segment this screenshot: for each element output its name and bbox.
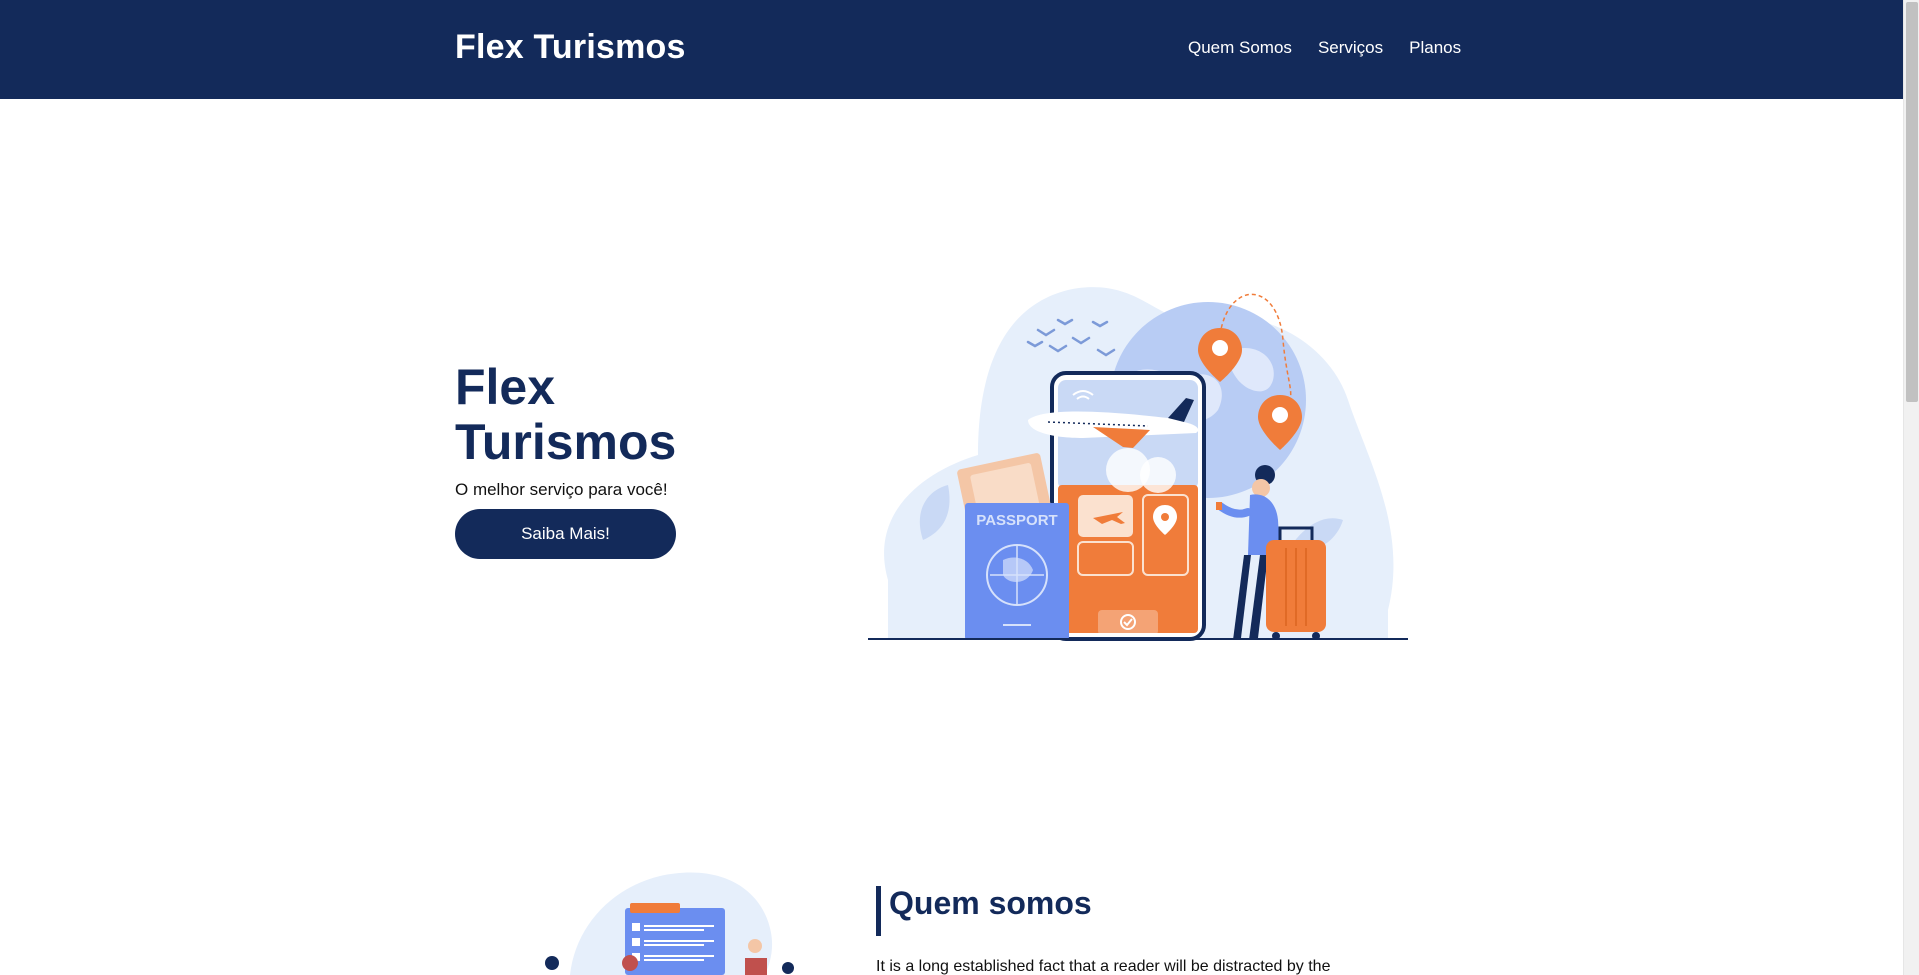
about-text: It is a long established fact that a rea…: [876, 958, 1331, 975]
saiba-mais-button[interactable]: Saiba Mais!: [455, 509, 676, 559]
hero-travel-illustration: PASSPORT: [868, 287, 1408, 641]
passport: PASSPORT: [965, 503, 1069, 640]
nav-link-quem-somos[interactable]: Quem Somos: [1188, 38, 1292, 58]
brand-logo-text[interactable]: Flex Turismos: [455, 28, 686, 67]
about-title: Quem somos: [889, 885, 1092, 921]
scrollbar-thumb[interactable]: [1906, 2, 1918, 402]
globe-icon: [986, 544, 1048, 606]
passport-label: PASSPORT: [976, 512, 1057, 529]
nav-link-planos[interactable]: Planos: [1409, 38, 1461, 58]
about-airport-illustration: [545, 872, 794, 975]
nav-links: Quem Somos Serviços Planos: [1188, 38, 1461, 58]
nav-link-servicos[interactable]: Serviços: [1318, 38, 1383, 58]
vertical-scrollbar[interactable]: [1903, 0, 1919, 975]
checkmark-icon: [1098, 610, 1158, 635]
hero-subtitle: O melhor serviço para você!: [455, 480, 668, 499]
departure-board-header: [630, 903, 680, 913]
suitcase-icon: [1266, 526, 1326, 640]
navbar: Flex Turismos Quem Somos Serviços Planos: [0, 0, 1903, 99]
hero-title: Flex Turismos: [455, 359, 677, 470]
about-title-bar: Quem somos: [876, 886, 1092, 936]
page: Flex Turismos Quem Somos Serviços Planos…: [0, 0, 1903, 975]
